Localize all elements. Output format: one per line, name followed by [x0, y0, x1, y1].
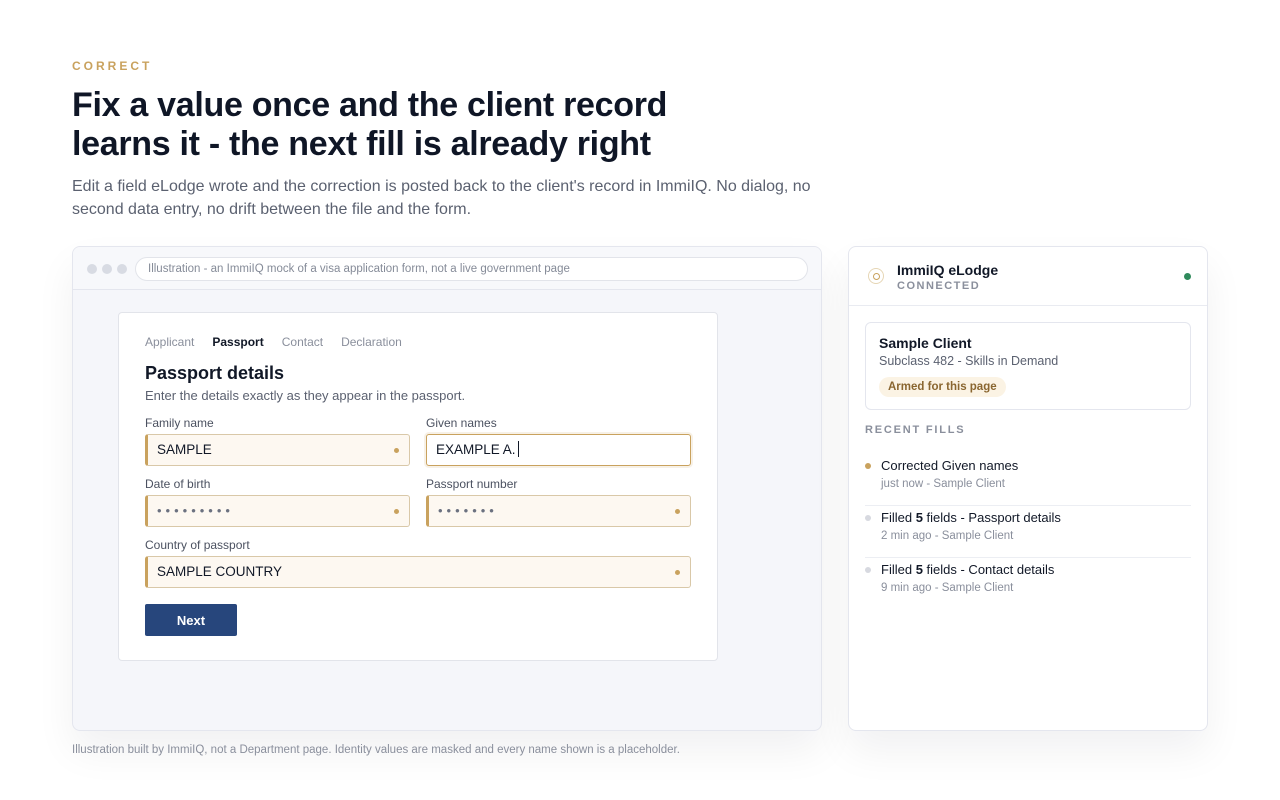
dob-label: Date of birth — [145, 477, 211, 491]
next-button[interactable]: Next — [145, 604, 237, 636]
family-name-field[interactable]: SAMPLE — [145, 434, 410, 466]
browser-toolbar: Illustration - an ImmiIQ mock of a visa … — [73, 247, 821, 290]
country-value: SAMPLE COUNTRY — [157, 564, 283, 579]
tab-passport[interactable]: Passport — [212, 335, 263, 349]
country-field[interactable]: SAMPLE COUNTRY — [145, 556, 691, 588]
filled-marker-icon — [394, 509, 399, 514]
status-dot-icon — [1184, 273, 1191, 280]
tab-declaration[interactable]: Declaration — [341, 335, 402, 349]
panel-title: ImmiIQ eLodge — [897, 262, 999, 278]
armed-badge: Armed for this page — [879, 377, 1006, 397]
connection-status: CONNECTED — [897, 280, 981, 292]
given-names-value: EXAMPLE A. — [436, 442, 516, 457]
passport-number-label: Passport number — [426, 477, 518, 491]
client-subclass: Subclass 482 - Skills in Demand — [879, 354, 1059, 368]
passport-number-field[interactable]: ••••••• — [426, 495, 691, 527]
family-name-label: Family name — [145, 416, 214, 430]
passport-number-value: ••••••• — [438, 503, 498, 518]
tab-applicant[interactable]: Applicant — [145, 335, 194, 349]
headline: Fix a value once and the client record l… — [72, 86, 668, 163]
window-dot-icon — [102, 264, 112, 274]
fill-meta: just now - Sample Client — [881, 478, 1005, 490]
panel-header: ImmiIQ eLodge CONNECTED — [849, 247, 1207, 306]
form-subtitle: Enter the details exactly as they appear… — [145, 388, 466, 403]
form-steps: Applicant Passport Contact Declaration — [145, 335, 402, 349]
fill-title: Filled 5 fields - Contact details — [881, 562, 1055, 577]
client-card[interactable]: Sample Client Subclass 482 - Skills in D… — [865, 322, 1191, 410]
fill-title: Filled 5 fields - Passport details — [881, 510, 1061, 525]
client-name: Sample Client — [879, 335, 972, 351]
activity-dot-icon — [865, 567, 871, 573]
eyebrow: CORRECT — [72, 59, 153, 73]
fill-title: Corrected Given names — [881, 458, 1019, 473]
family-name-value: SAMPLE — [157, 442, 212, 457]
tab-contact[interactable]: Contact — [282, 335, 323, 349]
footnote: Illustration built by ImmiIQ, not a Depa… — [72, 744, 680, 756]
given-names-field[interactable]: EXAMPLE A. — [426, 434, 691, 466]
elodge-panel: ImmiIQ eLodge CONNECTED Sample Client Su… — [848, 246, 1208, 731]
lede: Edit a field eLodge wrote and the correc… — [72, 178, 811, 218]
country-label: Country of passport — [145, 538, 250, 552]
given-names-label: Given names — [426, 416, 497, 430]
text-caret — [517, 441, 519, 457]
form-title: Passport details — [145, 363, 285, 383]
dob-field[interactable]: ••••••••• — [145, 495, 410, 527]
list-item[interactable]: Filled 5 fields - Contact details 9 min … — [865, 558, 1191, 610]
window-dot-icon — [87, 264, 97, 274]
fill-meta: 9 min ago - Sample Client — [881, 582, 1014, 594]
visa-form: Applicant Passport Contact Declaration P… — [118, 312, 718, 661]
address-bar[interactable]: Illustration - an ImmiIQ mock of a visa … — [135, 257, 808, 281]
activity-dot-icon — [865, 463, 871, 469]
dob-value: ••••••••• — [157, 503, 234, 518]
list-item[interactable]: Corrected Given names just now - Sample … — [865, 454, 1191, 506]
recent-fills-label: RECENT FILLS — [865, 424, 966, 436]
fill-meta: 2 min ago - Sample Client — [881, 530, 1014, 542]
window-dot-icon — [117, 264, 127, 274]
elodge-logo-icon — [868, 268, 884, 284]
browser-mock: Illustration - an ImmiIQ mock of a visa … — [72, 246, 822, 731]
filled-marker-icon — [394, 448, 399, 453]
activity-dot-icon — [865, 515, 871, 521]
filled-marker-icon — [675, 570, 680, 575]
filled-marker-icon — [675, 509, 680, 514]
list-item[interactable]: Filled 5 fields - Passport details 2 min… — [865, 506, 1191, 558]
